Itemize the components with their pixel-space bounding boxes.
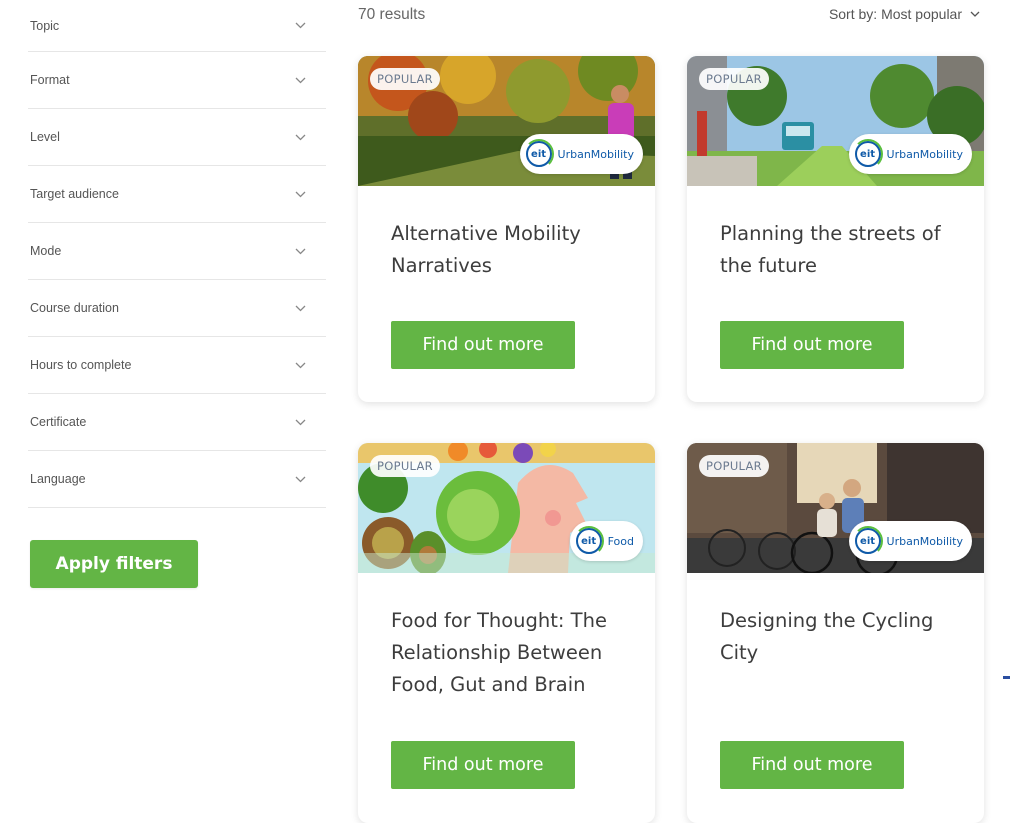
- filter-sidebar: Topic Format Level Target audience Mode …: [28, 0, 326, 508]
- filter-label: Topic: [30, 18, 60, 33]
- course-title[interactable]: Food for Thought: The Relationship Betwe…: [391, 605, 623, 701]
- filter-certificate[interactable]: Certificate: [28, 394, 326, 451]
- filter-label: Mode: [30, 244, 62, 258]
- sort-label: Sort by: Most popular: [828, 6, 962, 22]
- chevron-down-icon: [294, 416, 306, 428]
- course-card: POPULAR eit Food Food for Thought: The R…: [358, 443, 655, 823]
- popular-badge: POPULAR: [699, 68, 769, 90]
- filter-mode[interactable]: Mode: [28, 223, 326, 280]
- logo-text: UrbanMobility: [886, 147, 963, 161]
- filter-level[interactable]: Level: [28, 109, 326, 166]
- edge-marker: [1003, 676, 1010, 679]
- filter-label: Hours to complete: [30, 358, 132, 372]
- eit-urbanmobility-logo: eit UrbanMobility: [519, 134, 643, 174]
- filter-hours-to-complete[interactable]: Hours to complete: [28, 337, 326, 394]
- results-count: 70 results: [358, 6, 426, 23]
- chevron-down-icon: [294, 20, 306, 32]
- chevron-down-icon: [294, 131, 306, 143]
- chevron-down-icon: [294, 188, 306, 200]
- logo-text: Food: [607, 534, 634, 548]
- chevron-down-icon: [294, 302, 306, 314]
- popular-badge: POPULAR: [370, 455, 440, 477]
- course-card: POPULAR eit UrbanMobility Alternative Mo…: [358, 56, 655, 402]
- course-image-city-cyclists[interactable]: POPULAR eit UrbanMobility: [687, 443, 984, 573]
- apply-filters-button[interactable]: Apply filters: [30, 540, 198, 588]
- chevron-down-icon: [294, 74, 306, 86]
- popular-badge: POPULAR: [370, 68, 440, 90]
- filter-course-duration[interactable]: Course duration: [28, 280, 326, 337]
- course-image-forest-cyclist[interactable]: POPULAR eit UrbanMobility: [358, 56, 655, 186]
- find-out-more-button[interactable]: Find out more: [720, 321, 904, 369]
- logo-mark: eit: [573, 526, 604, 556]
- eit-urbanmobility-logo: eit UrbanMobility: [848, 134, 972, 174]
- logo-text: UrbanMobility: [886, 534, 963, 548]
- course-title[interactable]: Designing the Cycling City: [720, 605, 952, 669]
- filter-format[interactable]: Format: [28, 52, 326, 109]
- filter-language[interactable]: Language: [28, 451, 326, 508]
- filter-target-audience[interactable]: Target audience: [28, 166, 326, 223]
- filter-label: Target audience: [30, 187, 119, 201]
- logo-mark: eit: [852, 526, 883, 556]
- course-image-tram-street[interactable]: POPULAR eit UrbanMobility: [687, 56, 984, 186]
- find-out-more-button[interactable]: Find out more: [391, 321, 575, 369]
- chevron-down-icon: [294, 359, 306, 371]
- filter-label: Level: [30, 130, 60, 144]
- course-card: POPULAR eit UrbanMobility Designing the …: [687, 443, 984, 823]
- course-title[interactable]: Alternative Mobility Narratives: [391, 218, 623, 282]
- logo-text: UrbanMobility: [557, 147, 634, 161]
- eit-urbanmobility-logo: eit UrbanMobility: [848, 521, 972, 561]
- chevron-down-icon: [294, 473, 306, 485]
- sort-dropdown[interactable]: Sort by: Most popular: [829, 6, 980, 22]
- logo-mark: eit: [852, 139, 883, 169]
- eit-food-logo: eit Food: [569, 521, 643, 561]
- course-image-food-illustration[interactable]: POPULAR eit Food: [358, 443, 655, 573]
- filter-topic[interactable]: Topic: [28, 0, 326, 52]
- filter-label: Language: [30, 472, 86, 486]
- course-title[interactable]: Planning the streets of the future: [720, 218, 952, 282]
- chevron-down-icon: [970, 11, 980, 17]
- filter-label: Certificate: [30, 415, 87, 429]
- course-card: POPULAR eit UrbanMobility Planning the s…: [687, 56, 984, 402]
- popular-badge: POPULAR: [699, 455, 769, 477]
- filter-label: Course duration: [30, 301, 119, 315]
- chevron-down-icon: [294, 245, 306, 257]
- filter-label: Format: [30, 73, 70, 87]
- find-out-more-button[interactable]: Find out more: [720, 741, 904, 789]
- logo-mark: eit: [523, 139, 554, 169]
- find-out-more-button[interactable]: Find out more: [391, 741, 575, 789]
